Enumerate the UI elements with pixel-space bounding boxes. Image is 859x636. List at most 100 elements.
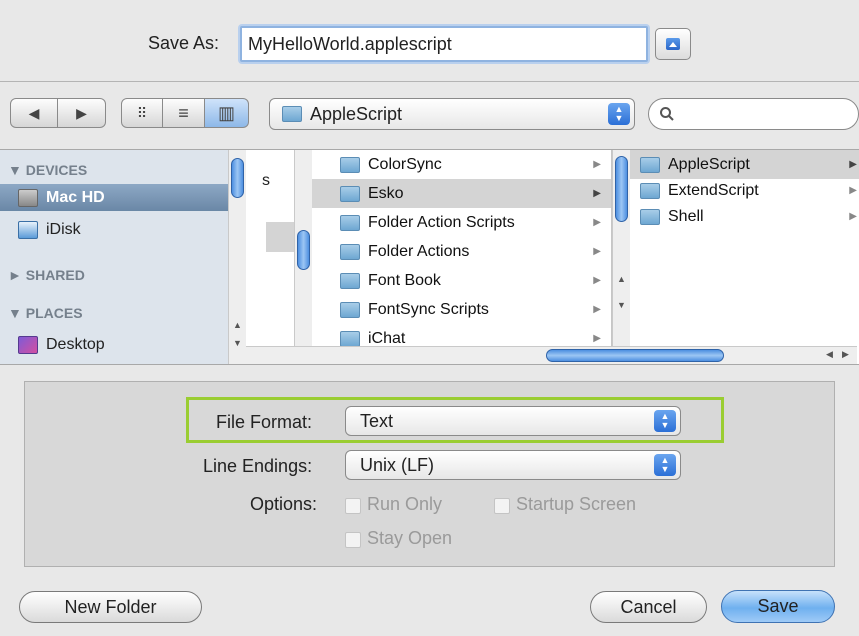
arrow-icon: ▶ [593, 246, 601, 257]
list-item[interactable]: iChat ▶ [312, 324, 611, 346]
sidebar-item-idisk[interactable]: iDisk [0, 216, 234, 243]
checkbox-icon [345, 531, 361, 548]
desktop-icon [18, 335, 38, 354]
save-button[interactable]: Save [721, 590, 835, 623]
list-item[interactable]: ExtendScript ▶ [630, 176, 859, 205]
run-only-label: Run Only [367, 494, 443, 514]
arrow-icon: ▶ [593, 275, 601, 286]
checkbox-icon [494, 497, 510, 514]
item-label: AppleScript [668, 155, 750, 173]
list-view-button[interactable]: ≡ [163, 98, 205, 128]
item-label: Shell [668, 207, 704, 225]
startup-screen-checkbox[interactable]: Startup Screen [494, 494, 636, 515]
sidebar-item-mac-hd[interactable]: Mac HD [0, 184, 234, 211]
list-item[interactable]: Font Book ▶ [312, 266, 611, 295]
folder-icon [282, 106, 302, 122]
location-popup[interactable]: AppleScript ▲ ▼ [269, 98, 635, 130]
folder-icon [340, 272, 360, 289]
save-as-label: Save As: [148, 33, 220, 53]
file-format-popup[interactable]: Text ▲ ▼ [345, 406, 681, 436]
folder-icon [640, 208, 660, 225]
forward-button[interactable]: ▶ [58, 98, 106, 128]
line-endings-label: Line Endings: [203, 456, 313, 476]
startup-screen-label: Startup Screen [516, 494, 637, 514]
arrow-icon: ▶ [593, 188, 601, 199]
search-input[interactable] [681, 103, 850, 127]
icon-view-icon: ⠿ [136, 104, 148, 121]
list-item[interactable]: Folder Actions ▶ [312, 237, 611, 266]
scroll-up-icon[interactable]: ▲ [233, 320, 242, 330]
list-item[interactable]: Folder Action Scripts ▶ [312, 208, 611, 237]
hard-disk-icon [18, 188, 38, 207]
horizontal-scrollbar[interactable]: ◀ ▶ [246, 346, 857, 364]
list-item[interactable]: ColorSync ▶ [312, 150, 611, 179]
item-label: ColorSync [368, 155, 442, 173]
folder-icon [340, 185, 360, 202]
list-item[interactable]: AppleScript ▶ [630, 150, 859, 179]
sidebar-item-label: iDisk [46, 220, 81, 238]
popup-stepper-icon: ▲ ▼ [654, 454, 676, 476]
scroll-thumb[interactable] [231, 158, 244, 198]
arrow-icon: ▶ [593, 217, 601, 228]
list-item[interactable]: Esko ▶ [312, 179, 611, 208]
sidebar: ▼ DEVICES Mac HD iDisk ► SHARED ▼ PLACES… [0, 149, 246, 365]
scroll-up-icon[interactable]: ▲ [617, 274, 626, 284]
options-label: Options: [250, 494, 318, 514]
arrow-icon: ▶ [849, 185, 857, 196]
folder-icon [640, 156, 660, 173]
column-view-button[interactable]: ▥ [205, 98, 249, 128]
scroll-right-icon[interactable]: ▶ [842, 349, 849, 360]
checkbox-icon [345, 497, 361, 514]
column-2-scrollbar[interactable]: ▲ ▼ [612, 150, 630, 346]
popup-stepper-icon: ▲ ▼ [654, 410, 676, 432]
expand-button[interactable] [655, 28, 691, 60]
scroll-left-icon[interactable]: ◀ [826, 349, 833, 360]
folder-icon [340, 156, 360, 173]
scroll-down-icon[interactable]: ▼ [617, 300, 626, 310]
item-label: FontSync Scripts [368, 300, 489, 318]
shared-header[interactable]: ► SHARED [8, 267, 85, 283]
arrow-icon: ▶ [849, 159, 857, 170]
column-view-icon: ▥ [217, 102, 235, 123]
browser-column-3: AppleScript ▶ ExtendScript ▶ Shell ▶ [630, 150, 859, 346]
save-as-field[interactable]: MyHelloWorld.applescript [240, 26, 648, 62]
location-label: AppleScript [310, 103, 403, 124]
folder-icon [340, 330, 360, 346]
sidebar-scrollbar[interactable]: ▲ ▼ [228, 150, 246, 364]
arrow-icon: ▶ [593, 159, 601, 170]
item-label: iChat [368, 329, 406, 347]
cancel-button[interactable]: Cancel [590, 591, 707, 623]
item-label: Folder Actions [368, 242, 470, 260]
arrow-icon: ▶ [593, 304, 601, 315]
list-item[interactable]: Shell ▶ [630, 202, 859, 231]
new-folder-button[interactable]: New Folder [19, 591, 202, 623]
back-button[interactable]: ◀ [10, 98, 58, 128]
file-format-label: File Format: [216, 412, 313, 432]
run-only-checkbox[interactable]: Run Only [345, 494, 442, 515]
sidebar-item-label: Mac HD [46, 188, 105, 206]
icon-view-button[interactable]: ⠿ [121, 98, 163, 128]
folder-icon [340, 214, 360, 231]
folder-icon [640, 182, 660, 199]
arrow-icon: ▶ [849, 211, 857, 222]
item-label: Font Book [368, 271, 441, 289]
scroll-thumb[interactable] [546, 349, 724, 362]
devices-header[interactable]: ▼ DEVICES [8, 162, 87, 178]
scroll-down-icon[interactable]: ▼ [233, 338, 242, 348]
browser-column-2: ColorSync ▶ Esko ▶ Folder Action Scripts ▶ … [312, 150, 612, 346]
back-arrow-icon: ◀ [28, 104, 40, 121]
popup-stepper-icon: ▲ ▼ [608, 103, 630, 125]
line-endings-popup[interactable]: Unix (LF) ▲ ▼ [345, 450, 681, 480]
search-icon [660, 107, 674, 121]
list-item[interactable]: FontSync Scripts ▶ [312, 295, 611, 324]
scroll-thumb[interactable] [615, 156, 628, 222]
stay-open-checkbox[interactable]: Stay Open [345, 528, 452, 549]
file-format-value: Text [360, 410, 394, 431]
search-field[interactable] [648, 98, 859, 130]
stay-open-label: Stay Open [367, 528, 453, 548]
places-header[interactable]: ▼ PLACES [8, 305, 83, 321]
line-endings-value: Unix (LF) [360, 454, 435, 475]
idisk-icon [18, 220, 38, 239]
sidebar-item-desktop[interactable]: Desktop [0, 331, 234, 358]
